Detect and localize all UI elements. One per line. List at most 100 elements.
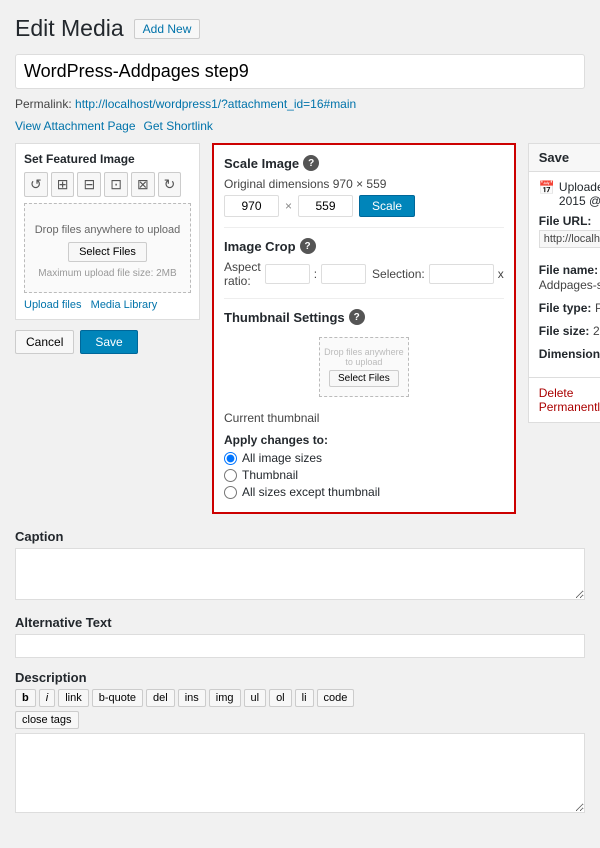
selection-inputs: x <box>429 264 504 284</box>
right-column: Save ▲ 📅 Uploaded on: Aug 22, 2015 @ 07:… <box>528 143 600 514</box>
delete-permanently-link[interactable]: Delete Permanently <box>539 386 600 414</box>
alt-text-field-group: Alternative Text <box>15 615 585 658</box>
all-except-label[interactable]: All sizes except thumbnail <box>242 485 380 499</box>
scale-help-icon[interactable]: ? <box>303 155 319 171</box>
scale-button[interactable]: Scale <box>359 195 415 217</box>
crop-icon[interactable]: ⊞ <box>51 172 75 197</box>
drop-text: Drop files anywhere to upload <box>33 224 182 236</box>
caption-label: Caption <box>15 529 585 544</box>
zoom-icon[interactable]: ⊠ <box>131 172 155 197</box>
middle-column: Scale Image ? Original dimensions 970 × … <box>212 143 516 514</box>
ul-button[interactable]: ul <box>244 689 267 707</box>
upload-files-link[interactable]: Upload files <box>24 299 81 311</box>
close-tags-button[interactable]: close tags <box>15 711 79 729</box>
thumbnail-radio[interactable] <box>224 469 237 482</box>
upload-toolbar: ↺ ⊞ ⊟ ⊡ ⊠ ↻ <box>24 172 191 197</box>
add-new-button[interactable]: Add New <box>134 19 201 39</box>
radio-all-sizes: All image sizes <box>224 451 504 465</box>
thumbnail-preview-box: Drop files anywhere to upload Select Fil… <box>319 337 409 397</box>
thumbnail-preview-area: Drop files anywhere to upload Select Fil… <box>224 331 504 407</box>
scale-height-input[interactable] <box>298 195 353 217</box>
featured-image-box: Set Featured Image ↺ ⊞ ⊟ ⊡ ⊠ ↻ Drop file… <box>15 143 200 320</box>
save-button[interactable]: Save <box>80 330 137 354</box>
file-size-label: File size: <box>539 324 590 338</box>
flip-v-icon[interactable]: ⊟ <box>77 172 101 197</box>
del-button[interactable]: del <box>146 689 175 707</box>
dimensions-block: Dimensions: 970 × 559 <box>539 346 600 361</box>
file-type-label: File type: <box>539 301 592 315</box>
radio-all-except: All sizes except thumbnail <box>224 485 504 499</box>
flip-h-icon[interactable]: ⊡ <box>104 172 128 197</box>
selection-input[interactable] <box>429 264 494 284</box>
permalink-link[interactable]: http://localhost/wordpress1/?attachment_… <box>75 97 356 111</box>
calendar-icon: 📅 <box>539 180 555 196</box>
aspect-ratio-w-input[interactable] <box>265 264 310 284</box>
aspect-ratio-h-input[interactable] <box>321 264 366 284</box>
scale-image-title: Scale Image <box>224 156 299 171</box>
apply-changes-section: Apply changes to: All image sizes Thumbn… <box>224 433 504 499</box>
thumbnail-settings-section: Thumbnail Settings ? <box>224 309 504 325</box>
page-header: Edit Media Add New <box>15 15 585 42</box>
caption-field-group: Caption <box>15 529 585 603</box>
crop-help-icon[interactable]: ? <box>300 238 316 254</box>
main-content: Set Featured Image ↺ ⊞ ⊟ ⊡ ⊠ ↻ Drop file… <box>15 143 585 514</box>
description-field-group: Description b i link b-quote del ins img… <box>15 670 585 816</box>
bquote-button[interactable]: b-quote <box>92 689 143 707</box>
file-url-input[interactable] <box>539 230 600 248</box>
thumbnail-label[interactable]: Thumbnail <box>242 468 298 482</box>
description-toolbar: b i link b-quote del ins img ul ol li co… <box>15 689 585 707</box>
apply-label: Apply changes to: <box>224 433 504 447</box>
crop-grid: Aspect ratio: : Selection: x <box>224 260 504 288</box>
save-box-body: 📅 Uploaded on: Aug 22, 2015 @ 07:39 File… <box>529 172 600 377</box>
divider-1 <box>224 227 504 228</box>
aspect-ratio-inputs: : <box>265 264 366 284</box>
get-shortlink-link[interactable]: Get Shortlink <box>144 119 213 133</box>
img-button[interactable]: img <box>209 689 241 707</box>
description-label: Description <box>15 670 585 685</box>
uploaded-row: 📅 Uploaded on: Aug 22, 2015 @ 07:39 <box>539 180 600 208</box>
file-type-value: PNG <box>595 301 600 315</box>
file-name-label: File name: <box>539 263 598 277</box>
thumbnail-settings-title: Thumbnail Settings <box>224 310 345 325</box>
file-size-block: File size: 25 kB <box>539 323 600 338</box>
link-button[interactable]: link <box>58 689 89 707</box>
italic-button[interactable]: i <box>39 689 55 707</box>
close-tags-row: close tags <box>15 711 585 729</box>
caption-textarea[interactable] <box>15 548 585 600</box>
save-box-header: Save ▲ <box>529 144 600 172</box>
upload-drop-area: Drop files anywhere to upload Select Fil… <box>24 203 191 293</box>
li-button[interactable]: li <box>295 689 314 707</box>
rotate-right-icon[interactable]: ↻ <box>158 172 182 197</box>
bold-button[interactable]: b <box>15 689 36 707</box>
save-panel-title: Save <box>539 150 569 165</box>
rotate-left-icon[interactable]: ↺ <box>24 172 48 197</box>
scale-image-section: Scale Image ? <box>224 155 504 171</box>
thumb-select-btn[interactable]: Select Files <box>329 370 399 387</box>
ins-button[interactable]: ins <box>178 689 206 707</box>
select-files-button[interactable]: Select Files <box>68 242 147 262</box>
view-attachment-link[interactable]: View Attachment Page <box>15 119 136 133</box>
thumb-help-icon[interactable]: ? <box>349 309 365 325</box>
radio-thumbnail: Thumbnail <box>224 468 504 482</box>
all-sizes-radio[interactable] <box>224 452 237 465</box>
image-crop-title: Image Crop <box>224 239 296 254</box>
dims-separator: × <box>285 199 292 213</box>
cancel-button[interactable]: Cancel <box>15 330 74 354</box>
media-library-link[interactable]: Media Library <box>91 299 158 311</box>
dimensions-label: Dimensions: <box>539 347 600 361</box>
uploaded-label: Uploaded on: <box>559 180 600 194</box>
ol-button[interactable]: ol <box>269 689 292 707</box>
permalink-row: Permalink: http://localhost/wordpress1/?… <box>15 97 585 111</box>
all-except-radio[interactable] <box>224 486 237 499</box>
left-column: Set Featured Image ↺ ⊞ ⊟ ⊡ ⊠ ↻ Drop file… <box>15 143 200 514</box>
media-title-input[interactable] <box>15 54 585 89</box>
description-textarea[interactable] <box>15 733 585 813</box>
all-sizes-label[interactable]: All image sizes <box>242 451 322 465</box>
original-dims-label: Original dimensions 970 × 559 <box>224 177 504 191</box>
code-button[interactable]: code <box>317 689 355 707</box>
bottom-fields: Caption Alternative Text Description b i… <box>15 529 585 816</box>
scale-dims-row: × Scale <box>224 195 504 217</box>
alt-text-input[interactable] <box>15 634 585 658</box>
save-actions: Delete Permanently Update <box>529 377 600 422</box>
scale-width-input[interactable] <box>224 195 279 217</box>
